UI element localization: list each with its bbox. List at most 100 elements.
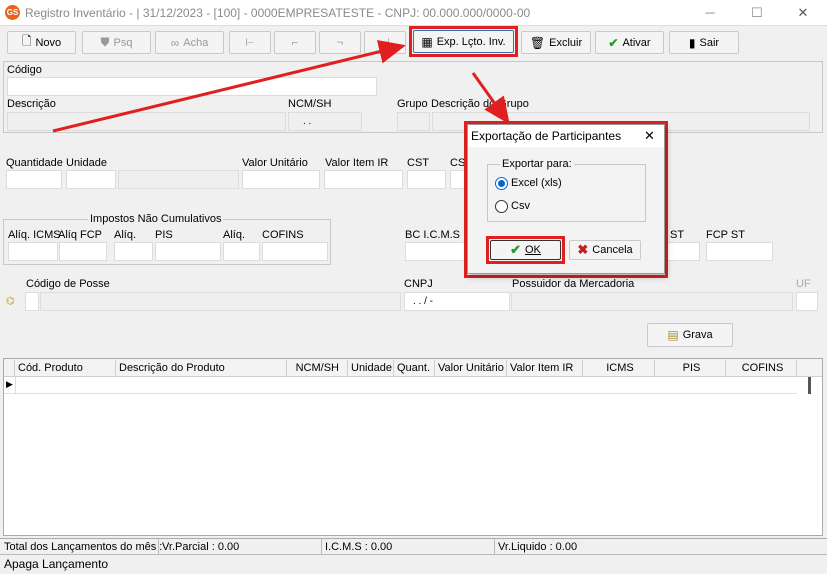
excluir-label: Excluir [549,36,583,49]
unidade-input[interactable] [66,170,116,189]
app-icon: GS [5,5,20,20]
valor-item-ir-input[interactable] [324,170,403,189]
total-label: Total dos Lançamentos do mês : [1,539,162,555]
bc-icms-label: BC I.C.M.S [405,229,461,241]
cs-label: CS [450,157,466,169]
trash-icon: 🗑 [529,35,546,50]
cancel-label: Cancela [592,244,633,256]
new-document-icon: 🗋 [21,34,32,48]
col-unidade[interactable]: Unidade [348,360,394,377]
psq-label: Psq [113,36,133,49]
save-cabinet-icon: ▤ [667,328,679,342]
col-cod-produto[interactable]: Cód. Produto [15,360,116,377]
cofins-input[interactable] [262,242,328,261]
first-icon: ⊢ [245,37,255,49]
cancel-button[interactable]: ✖ Cancela [569,240,641,260]
aliq-cofins-input[interactable] [223,242,260,261]
novo-button[interactable]: 🗋 Novo [7,31,76,54]
col-icms[interactable]: ICMS [583,360,655,377]
col-descricao[interactable]: Descrição do Produto [116,360,287,377]
exp-lcto-inv-button[interactable]: ▦ Exp. Lçto. Inv. [413,30,514,53]
excel-radio[interactable] [495,177,508,190]
pis-input[interactable] [155,242,221,261]
quantidade-label: Quantidade [6,157,63,169]
aliq-icms-input[interactable] [8,242,58,261]
cnpj-label: CNPJ [404,278,433,290]
exp-button-highlight: ▦ Exp. Lçto. Inv. [409,26,518,57]
table-row[interactable] [4,377,797,394]
col-pis[interactable]: PIS [655,360,726,377]
row-indicator-header [4,360,15,377]
exp-label: Exp. Lçto. Inv. [436,35,506,48]
maximize-icon[interactable]: ☐ [747,4,767,22]
sair-button[interactable]: ▮ Sair [669,31,739,54]
glasses-icon: ⌬ [6,296,15,307]
quantidade-input[interactable] [6,170,62,189]
bc-icms-input[interactable] [405,242,465,261]
export-options-group [487,164,646,222]
dialog-close-icon[interactable]: ✕ [644,128,655,144]
codigo-input[interactable] [7,77,377,96]
possuidor-label: Possuidor da Mercadoria [512,278,635,290]
row-divider [15,377,16,394]
ok-label: OK [525,244,541,256]
posse-code-input[interactable] [25,292,39,311]
codigo-posse-label: Código de Posse [26,278,110,290]
sair-label: Sair [699,36,720,49]
status-text: Apaga Lançamento [4,557,109,571]
parcial-value: Vr.Parcial : 0.00 [159,539,322,555]
dialog-title: Exportação de Participantes [471,129,622,143]
aliq-fcp-label: Alíq FCP [58,229,103,241]
next-record-button[interactable]: ¬ [319,31,361,54]
possuidor-field [511,292,793,311]
acha-button[interactable]: ∞ Acha [155,31,224,54]
pis-label: PIS [155,229,173,241]
liquido-value: Vr.Liquido : 0.00 [498,541,578,553]
aliq-fcp-input[interactable] [59,242,107,261]
col-cofins[interactable]: COFINS [726,360,797,377]
csv-radio-label[interactable]: Csv [511,200,530,212]
col-valor-unitario[interactable]: Valor Unitário [435,360,507,377]
csv-radio[interactable] [495,200,508,213]
cst-input[interactable] [407,170,446,189]
uf-input[interactable] [796,292,818,311]
valor-unitario-label: Valor Unitário [242,157,308,169]
novo-label: Novo [35,36,62,49]
aliq-pis-input[interactable] [114,242,153,261]
ncmsh-field: . . [288,112,362,131]
codigo-label: Código [7,64,42,76]
close-icon[interactable]: ✕ [793,4,813,22]
table-icon: ▦ [421,34,433,49]
grupo-field [397,112,430,131]
first-record-button[interactable]: ⊢ [229,31,271,54]
prev-record-button[interactable]: ⌐ [274,31,316,54]
st-input[interactable] [666,242,700,261]
col-valor-item-ir[interactable]: Valor Item IR [507,360,583,377]
col-quant[interactable]: Quant. [394,360,435,377]
descricao-grupo-label: Descrição do Grupo [431,98,529,110]
cnpj-input[interactable]: . . / - [404,292,510,311]
scrollbar-thumb[interactable] [808,377,811,394]
codigo-posse-field [40,292,401,311]
grava-button[interactable]: ▤ Grava [647,323,733,347]
excluir-button[interactable]: 🗑 Excluir [521,31,591,54]
minimize-icon[interactable]: ─ [700,4,720,22]
ncmsh-label: NCM/SH [288,98,332,110]
valor-unitario-input[interactable] [242,170,320,189]
col-ncmsh[interactable]: NCM/SH [287,360,348,377]
excel-radio-label[interactable]: Excel (xls) [511,177,562,189]
cs-input[interactable] [450,170,465,189]
title-bar: GS Registro Inventário - | 31/12/2023 - … [0,0,827,26]
export-dialog: Exportação de Participantes ✕ Exportar p… [467,124,665,274]
unidade-label: Unidade [66,157,107,169]
aliq-icms-label: Alíq. ICMS [8,229,61,241]
aliq-cofins-label: Alíq. [223,229,246,241]
grupo-label: Grupo [397,98,428,110]
ok-button[interactable]: ✔ OK [490,240,561,260]
ativar-button[interactable]: ✔ Ativar [595,31,664,54]
exit-door-icon: ▮ [688,35,696,50]
psq-button[interactable]: ⛊ Psq [82,31,151,54]
fcp-st-input[interactable] [706,242,773,261]
aliq-pis-label: Alíq. [114,229,137,241]
last-record-button[interactable]: ⊣ [364,31,406,54]
